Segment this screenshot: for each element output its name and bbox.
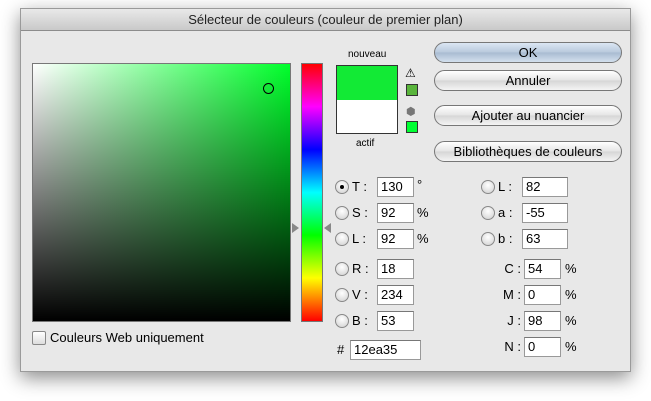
- saturation-label: S :: [352, 205, 368, 220]
- brightness-input[interactable]: 92: [377, 229, 414, 249]
- green-radio[interactable]: [335, 288, 349, 302]
- color-picker-dialog: Sélecteur de couleurs (couleur de premie…: [20, 8, 631, 372]
- saturation-input[interactable]: 92: [377, 203, 414, 223]
- blue-input[interactable]: 53: [377, 311, 414, 331]
- hue-unit: °: [417, 177, 423, 192]
- hex-input[interactable]: 12ea35: [350, 340, 421, 360]
- web-colors-only-label[interactable]: Couleurs Web uniquement: [50, 330, 204, 345]
- black-unit: %: [565, 339, 577, 354]
- lab-a-radio[interactable]: [481, 206, 495, 220]
- web-colors-only-checkbox[interactable]: [32, 331, 46, 345]
- hue-slider-right-arrow[interactable]: [324, 223, 331, 233]
- magenta-input[interactable]: 0: [524, 285, 561, 305]
- lab-a-label: a :: [498, 205, 513, 220]
- cyan-unit: %: [565, 261, 577, 276]
- cyan-input[interactable]: 54: [524, 259, 561, 279]
- green-input[interactable]: 234: [377, 285, 414, 305]
- web-safe-color-swatch[interactable]: [406, 121, 418, 133]
- blue-label: B :: [352, 313, 368, 328]
- saturation-unit: %: [417, 205, 429, 220]
- lab-a-input[interactable]: -55: [522, 203, 568, 223]
- lab-b-radio[interactable]: [481, 232, 495, 246]
- new-color-label: nouveau: [348, 49, 387, 60]
- lab-l-radio[interactable]: [481, 180, 495, 194]
- hue-radio[interactable]: [335, 180, 349, 194]
- hue-input[interactable]: 130: [377, 177, 414, 197]
- lab-b-label: b :: [498, 231, 513, 246]
- black-input[interactable]: 0: [524, 337, 561, 357]
- blue-radio[interactable]: [335, 314, 349, 328]
- saturation-brightness-field[interactable]: [32, 63, 291, 322]
- yellow-unit: %: [565, 313, 577, 328]
- add-to-swatches-button[interactable]: Ajouter au nuancier: [434, 105, 622, 126]
- brightness-unit: %: [417, 231, 429, 246]
- current-color-label: actif: [356, 138, 375, 149]
- lab-b-input[interactable]: 63: [522, 229, 568, 249]
- gamut-color-swatch[interactable]: [406, 84, 418, 96]
- color-libraries-button[interactable]: Bibliothèques de couleurs: [434, 141, 622, 162]
- ok-button[interactable]: OK: [434, 42, 622, 63]
- red-label: R :: [352, 261, 369, 276]
- magenta-label: M :: [502, 287, 521, 302]
- new-color-swatch: [337, 66, 397, 100]
- red-radio[interactable]: [335, 262, 349, 276]
- dialog-title: Sélecteur de couleurs (couleur de premie…: [21, 9, 630, 31]
- lab-l-label: L :: [498, 179, 512, 194]
- cancel-button[interactable]: Annuler: [434, 70, 622, 91]
- hex-label: #: [337, 342, 345, 357]
- color-selection-circle[interactable]: [263, 83, 274, 94]
- web-safe-cube-icon[interactable]: ⬢: [406, 105, 416, 118]
- hue-slider[interactable]: [301, 63, 323, 322]
- hue-slider-left-arrow[interactable]: [292, 223, 299, 233]
- yellow-label: J :: [507, 313, 521, 328]
- color-preview: [336, 65, 398, 134]
- lab-l-input[interactable]: 82: [522, 177, 568, 197]
- green-label: V :: [352, 287, 368, 302]
- yellow-input[interactable]: 98: [524, 311, 561, 331]
- magenta-unit: %: [565, 287, 577, 302]
- brightness-label: L :: [352, 231, 366, 246]
- out-of-gamut-warning-icon[interactable]: ⚠: [405, 66, 416, 80]
- red-input[interactable]: 18: [377, 259, 414, 279]
- hue-label: T :: [352, 179, 367, 194]
- saturation-radio[interactable]: [335, 206, 349, 220]
- black-label: N :: [504, 339, 521, 354]
- cyan-label: C :: [504, 261, 521, 276]
- current-color-swatch[interactable]: [337, 100, 397, 133]
- brightness-radio[interactable]: [335, 232, 349, 246]
